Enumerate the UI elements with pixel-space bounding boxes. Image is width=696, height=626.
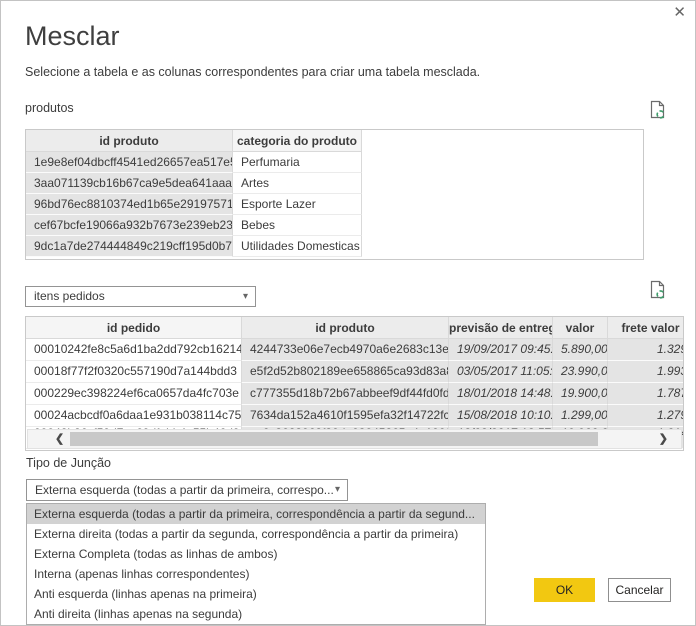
- column-header[interactable]: id pedido: [26, 317, 242, 339]
- table-cell: 9dc1a7de274444849c219cff195d0b71: [26, 236, 233, 257]
- join-kind-dropdown-value: Externa esquerda (todas a partir da prim…: [35, 483, 334, 497]
- table-cell: 15/08/2018 10:10:18: [449, 405, 553, 427]
- table-cell: 4244733e06e7ecb4970a6e2683c13e61: [242, 339, 449, 361]
- scroll-right-icon[interactable]: ❯: [659, 430, 668, 448]
- column-header[interactable]: frete valor: [608, 317, 684, 339]
- table-cell: Bebes: [233, 215, 362, 236]
- itens-pedidos-preview-table: id pedidoid produtoprevisão de entregava…: [25, 316, 684, 451]
- table-cell: 96bd76ec8810374ed1b65e291975717f: [26, 194, 233, 215]
- table-row: 00018f77f2f0320c557190d7a144bdd3e5f2d52b…: [26, 361, 683, 383]
- join-option[interactable]: Anti direita (linhas apenas na segunda): [27, 604, 485, 624]
- table-cell: 03/05/2017 11:05:13: [449, 361, 553, 383]
- column-header[interactable]: id produto: [242, 317, 449, 339]
- table-cell: 000229ec398224ef6ca0657da4fc703e: [26, 383, 242, 405]
- dialog-subtitle: Selecione a tabela e as colunas correspo…: [25, 65, 480, 79]
- table-body: 1e9e8ef04dbcff4541ed26657ea517e5Perfumar…: [26, 152, 643, 257]
- horizontal-scrollbar[interactable]: ❮ ❯: [27, 429, 682, 449]
- table-cell: e5f2d52b802189ee658865ca93d83a8f: [242, 361, 449, 383]
- cancel-button[interactable]: Cancelar: [608, 578, 671, 602]
- join-option[interactable]: Interna (apenas linhas correspondentes): [27, 564, 485, 584]
- join-option[interactable]: Externa direita (todas a partir da segun…: [27, 524, 485, 544]
- table-cell: 1.787: [608, 383, 684, 405]
- scroll-left-icon[interactable]: ❮: [55, 430, 64, 448]
- table-cell: c777355d18b72b67abbeef9df44fd0fd: [242, 383, 449, 405]
- table-row: 96bd76ec8810374ed1b65e291975717fEsporte …: [26, 194, 643, 215]
- join-kind-options-list: Externa esquerda (todas a partir da prim…: [26, 503, 486, 625]
- close-icon[interactable]: ✕: [673, 5, 686, 21]
- table-cell: 1.279: [608, 405, 684, 427]
- join-option[interactable]: Anti esquerda (linhas apenas na primeira…: [27, 584, 485, 604]
- table-header-row: id produtocategoria do produto: [26, 130, 643, 152]
- chevron-down-icon: ▾: [335, 480, 340, 500]
- table-row: cef67bcfe19066a932b7673e239eb23dBebes: [26, 215, 643, 236]
- ok-button[interactable]: OK: [534, 578, 595, 602]
- refresh-preview-icon[interactable]: [647, 279, 669, 301]
- merge-dialog: ✕ Mesclar Selecione a tabela e as coluna…: [0, 0, 696, 626]
- table-cell: 1.299,00: [553, 405, 608, 427]
- table-cell: Artes: [233, 173, 362, 194]
- table-cell: 1.329: [608, 339, 684, 361]
- table-cell: 18/01/2018 14:48:30: [449, 383, 553, 405]
- table-cell: Utilidades Domesticas: [233, 236, 362, 257]
- table-row: 00010242fe8c5a6d1ba2dd792cb162144244733e…: [26, 339, 683, 361]
- refresh-preview-icon[interactable]: [647, 99, 669, 121]
- table-cell: 7634da152a4610f1595efa32f14722fc: [242, 405, 449, 427]
- page-title: Mesclar: [25, 21, 120, 52]
- table-cell: 00024acbcdf0a6daa1e931b038114c75: [26, 405, 242, 427]
- table-cell: Perfumaria: [233, 152, 362, 173]
- chevron-down-icon: ▾: [243, 287, 248, 306]
- column-header[interactable]: id produto: [26, 130, 233, 152]
- table-row: 9dc1a7de274444849c219cff195d0b71Utilidad…: [26, 236, 643, 257]
- table-row: 000229ec398224ef6ca0657da4fc703ec777355d…: [26, 383, 683, 405]
- column-header[interactable]: previsão de entrega: [449, 317, 553, 339]
- table-cell: 1.993: [608, 361, 684, 383]
- table-row: 1e9e8ef04dbcff4541ed26657ea517e5Perfumar…: [26, 152, 643, 173]
- table-cell: 23.990,00: [553, 361, 608, 383]
- column-header[interactable]: categoria do produto: [233, 130, 362, 152]
- table-row: 00024acbcdf0a6daa1e931b038114c757634da15…: [26, 405, 683, 427]
- table-cell: 00018f77f2f0320c557190d7a144bdd3: [26, 361, 242, 383]
- table-cell: 1e9e8ef04dbcff4541ed26657ea517e5: [26, 152, 233, 173]
- produtos-preview-table: id produtocategoria do produto 1e9e8ef04…: [25, 129, 644, 260]
- scrollbar-thumb[interactable]: [70, 432, 598, 446]
- produtos-table-label: produtos: [25, 101, 74, 115]
- table-cell: 19.900,00: [553, 383, 608, 405]
- join-option[interactable]: Externa esquerda (todas a partir da prim…: [27, 504, 485, 524]
- table-cell: 3aa071139cb16b67ca9e5dea641aaa2f: [26, 173, 233, 194]
- table-cell: 5.890,00: [553, 339, 608, 361]
- second-table-dropdown[interactable]: itens pedidos ▾: [25, 286, 256, 307]
- table-cell: cef67bcfe19066a932b7673e239eb23d: [26, 215, 233, 236]
- join-kind-dropdown[interactable]: Externa esquerda (todas a partir da prim…: [26, 479, 348, 501]
- column-header[interactable]: valor: [553, 317, 608, 339]
- table-cell: 00010242fe8c5a6d1ba2dd792cb16214: [26, 339, 242, 361]
- table-cell: Esporte Lazer: [233, 194, 362, 215]
- table-row: 3aa071139cb16b67ca9e5dea641aaa2fArtes: [26, 173, 643, 194]
- join-kind-label: Tipo de Junção: [26, 456, 111, 470]
- table-header-row: id pedidoid produtoprevisão de entregava…: [26, 317, 683, 339]
- table-cell: 19/09/2017 09:45:35: [449, 339, 553, 361]
- second-table-dropdown-value: itens pedidos: [34, 289, 105, 303]
- join-option[interactable]: Externa Completa (todas as linhas de amb…: [27, 544, 485, 564]
